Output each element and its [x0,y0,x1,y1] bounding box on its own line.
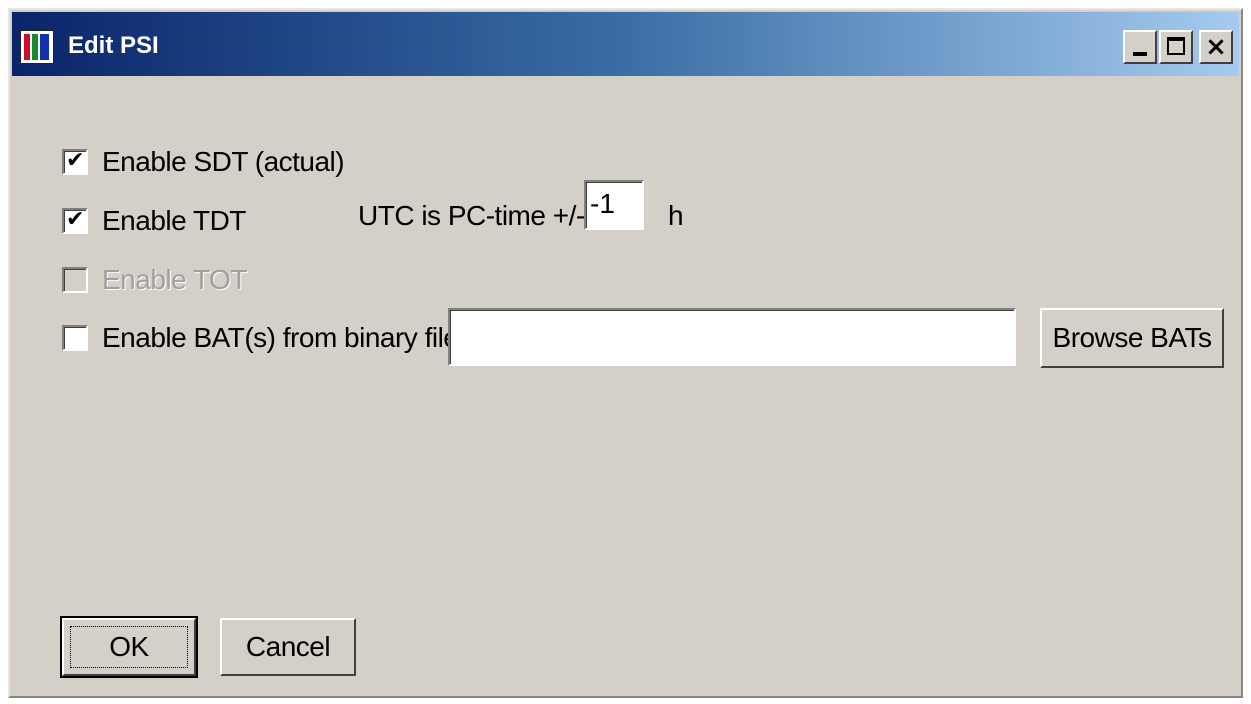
title-bar[interactable]: Edit PSI × [12,12,1239,76]
minimize-icon [1133,52,1147,56]
option-sdt[interactable]: ✔ Enable SDT (actual) [62,146,345,178]
option-bat[interactable]: Enable BAT(s) from binary file: [62,322,466,354]
bat-file-input[interactable] [448,308,1016,366]
utc-unit-label: h [668,200,684,231]
tot-label: Enable TOT [102,264,247,295]
option-tot: Enable TOT [62,264,247,296]
close-icon: × [1205,32,1227,62]
window-controls: × [1121,30,1233,64]
cancel-button[interactable]: Cancel [220,618,356,676]
tdt-label[interactable]: Enable TDT [102,205,246,237]
browse-bats-button[interactable]: Browse BATs [1040,308,1224,368]
window-title: Edit PSI [68,32,159,59]
close-button[interactable]: × [1199,30,1233,64]
bat-checkbox[interactable] [62,325,88,351]
checkmark-icon: ✔ [66,148,85,173]
app-icon-green-bar [32,34,38,60]
focus-indicator [70,626,188,668]
sdt-label[interactable]: Enable SDT (actual) [102,146,345,178]
maximize-icon [1167,37,1185,55]
option-tdt[interactable]: ✔ Enable TDT [62,205,246,237]
maximize-button[interactable] [1159,30,1193,64]
checkmark-icon: ✔ [66,207,85,232]
sdt-checkbox[interactable]: ✔ [62,148,88,175]
edit-psi-dialog: Edit PSI × ✔ Enable SDT (actual) ✔ Enabl… [8,8,1243,698]
app-icon-red-bar [24,34,30,60]
minimize-button[interactable] [1123,30,1157,64]
tot-checkbox [62,267,88,293]
ok-button[interactable]: OK [60,616,198,678]
utc-offset-input[interactable]: -1 [584,180,644,230]
bat-label[interactable]: Enable BAT(s) from binary file: [102,322,466,354]
tdt-checkbox[interactable]: ✔ [62,207,88,234]
app-icon-blue-bar [40,34,49,60]
utc-offset-label: UTC is PC-time +/- [358,200,585,231]
app-icon[interactable] [20,30,54,64]
